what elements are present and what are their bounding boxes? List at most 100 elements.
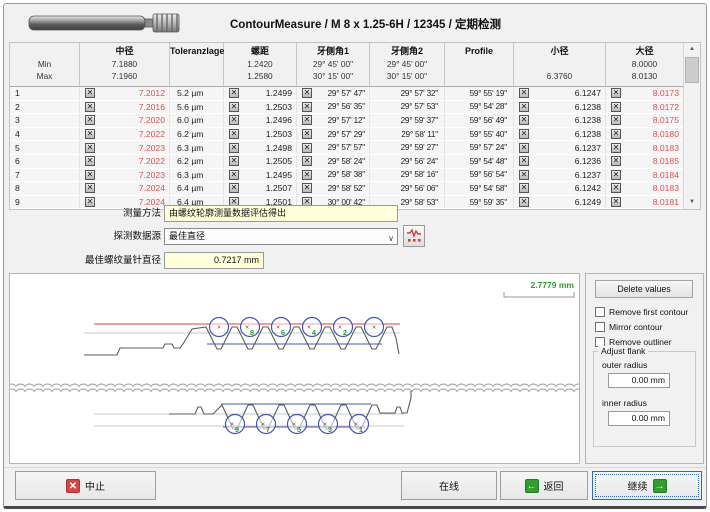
checkbox-marked-icon[interactable] <box>85 102 95 112</box>
contour-plot-panel[interactable]: 2.7779 mm ××8×6×4×2× ×9×7×5×3×1 <box>9 273 580 464</box>
remove-first-contour-label: Remove first contour <box>609 307 688 317</box>
outer-radius-field[interactable]: 0.00 mm <box>608 373 670 388</box>
wire-diameter-label: 最佳螺纹量针直径 <box>4 252 161 269</box>
checkbox-marked-icon[interactable] <box>302 129 312 139</box>
table-row[interactable]: 5 7.2023 6.3 µm 1.2498 29° 57' 57" 29° 5… <box>10 141 684 155</box>
table-column-header[interactable]: 大径8.00008.0130 <box>606 43 684 87</box>
table-row[interactable]: 3 7.2020 6.0 µm 1.2496 29° 57' 12" 29° 5… <box>10 114 684 128</box>
remove-first-contour-option[interactable]: Remove first contour <box>595 305 688 318</box>
checkbox-marked-icon[interactable] <box>302 143 312 153</box>
scroll-up-icon[interactable]: ▲ <box>684 43 700 56</box>
table-column-header[interactable]: Toleranzlage <box>170 43 224 87</box>
svg-text:×: × <box>217 325 221 332</box>
table-column-header[interactable]: 小径6.3760 <box>514 43 606 87</box>
checkbox-marked-icon[interactable] <box>519 197 529 207</box>
checkbox-marked-icon[interactable] <box>85 143 95 153</box>
table-body: 1 7.2012 5.2 µm 1.2499 29° 57' 47" 29° 5… <box>10 87 684 209</box>
method-field[interactable]: 由螺纹轮廓测量数据评估得出 <box>164 205 398 222</box>
checkbox-marked-icon[interactable] <box>611 129 621 139</box>
checkbox-marked-icon[interactable] <box>302 115 312 125</box>
checkbox-marked-icon[interactable] <box>611 115 621 125</box>
checkbox-marked-icon[interactable] <box>229 143 239 153</box>
mirror-contour-option[interactable]: Mirror contour <box>595 320 662 333</box>
checkbox-marked-icon[interactable] <box>85 170 95 180</box>
checkbox-marked-icon[interactable] <box>302 170 312 180</box>
page-title: ContourMeasure / M 8 x 1.25-6H / 12345 /… <box>230 16 501 32</box>
continue-button-label: 继续 <box>628 478 648 493</box>
checkbox-marked-icon[interactable] <box>85 88 95 98</box>
checkbox-marked-icon[interactable] <box>229 156 239 166</box>
checkbox-marked-icon[interactable] <box>229 129 239 139</box>
probe-source-button[interactable] <box>403 225 425 247</box>
source-select[interactable]: 最佳直径 ∨ <box>164 228 398 245</box>
continue-button[interactable]: 继续 → <box>592 471 702 500</box>
svg-text:6: 6 <box>281 328 285 337</box>
table-column-header[interactable]: Profile <box>445 43 514 87</box>
remove-outliner-label: Remove outliner <box>609 337 672 347</box>
scale-bracket <box>504 292 574 297</box>
checkbox-marked-icon[interactable] <box>519 156 529 166</box>
mirror-contour-label: Mirror contour <box>609 322 662 332</box>
checkbox-marked-icon[interactable] <box>85 115 95 125</box>
table-row[interactable]: 8 7.2024 6.4 µm 1.2507 29° 58' 52" 29° 5… <box>10 182 684 196</box>
table-row[interactable]: 6 7.2022 6.2 µm 1.2505 29° 58' 24" 29° 5… <box>10 155 684 169</box>
checkbox-marked-icon[interactable] <box>611 197 621 207</box>
remove-outliner-checkbox[interactable] <box>595 337 605 347</box>
checkbox-marked-icon[interactable] <box>302 183 312 193</box>
back-button[interactable]: ← 返回 <box>500 471 588 500</box>
checkbox-marked-icon[interactable] <box>611 88 621 98</box>
table-column-header[interactable]: MinMax <box>10 43 80 87</box>
checkbox-marked-icon[interactable] <box>302 102 312 112</box>
svg-text:9: 9 <box>235 425 239 434</box>
checkbox-marked-icon[interactable] <box>229 102 239 112</box>
table-scrollbar[interactable]: ▲ ▼ <box>683 43 700 209</box>
checkbox-marked-icon[interactable] <box>611 102 621 112</box>
checkbox-marked-icon[interactable] <box>302 156 312 166</box>
checkbox-marked-icon[interactable] <box>85 156 95 166</box>
checkbox-marked-icon[interactable] <box>519 143 529 153</box>
scale-label: 2.7779 mm <box>531 280 575 290</box>
svg-text:1: 1 <box>359 425 363 434</box>
checkbox-marked-icon[interactable] <box>229 115 239 125</box>
svg-text:8: 8 <box>250 328 254 337</box>
scroll-down-icon[interactable]: ▼ <box>684 196 700 209</box>
checkbox-marked-icon[interactable] <box>611 183 621 193</box>
wire-diameter-field[interactable]: 0.7217 mm <box>164 252 264 269</box>
table-row[interactable]: 1 7.2012 5.2 µm 1.2499 29° 57' 47" 29° 5… <box>10 87 684 101</box>
checkbox-marked-icon[interactable] <box>85 129 95 139</box>
source-select-value: 最佳直径 <box>169 231 205 241</box>
online-button[interactable]: 在线 <box>401 471 497 500</box>
table-column-header[interactable]: 牙侧角129° 45' 00"30° 15' 00" <box>297 43 370 87</box>
mirror-contour-checkbox[interactable] <box>595 322 605 332</box>
checkbox-marked-icon[interactable] <box>302 88 312 98</box>
checkbox-marked-icon[interactable] <box>519 115 529 125</box>
checkbox-marked-icon[interactable] <box>611 156 621 166</box>
adjust-flank-legend: Adjust flank <box>598 346 648 356</box>
table-row[interactable]: 4 7.2022 6.2 µm 1.2503 29° 57' 29" 29° 5… <box>10 128 684 142</box>
table-column-header[interactable]: 牙侧角229° 45' 00"30° 15' 00" <box>370 43 445 87</box>
checkbox-marked-icon[interactable] <box>519 183 529 193</box>
remove-first-contour-checkbox[interactable] <box>595 307 605 317</box>
table-row[interactable]: 7 7.2023 6.3 µm 1.2495 29° 58' 38" 29° 5… <box>10 169 684 183</box>
checkbox-marked-icon[interactable] <box>519 88 529 98</box>
table-row[interactable]: 2 7.2016 5.6 µm 1.2503 29° 56' 35" 29° 5… <box>10 101 684 115</box>
table-column-header[interactable]: 中径7.18807.1960 <box>80 43 170 87</box>
checkbox-marked-icon[interactable] <box>229 88 239 98</box>
abort-button[interactable]: ✕ 中止 <box>15 471 156 500</box>
screenshot-stage: ContourMeasure / M 8 x 1.25-6H / 12345 /… <box>0 0 710 512</box>
break-wave-band <box>10 384 579 392</box>
checkbox-marked-icon[interactable] <box>519 170 529 180</box>
checkbox-marked-icon[interactable] <box>229 183 239 193</box>
checkbox-marked-icon[interactable] <box>519 129 529 139</box>
delete-values-button[interactable]: Delete values <box>595 280 693 298</box>
scrollbar-thumb[interactable] <box>685 57 699 83</box>
inner-radius-field[interactable]: 0.00 mm <box>608 411 670 426</box>
checkbox-marked-icon[interactable] <box>229 170 239 180</box>
checkbox-marked-icon[interactable] <box>611 170 621 180</box>
continue-arrow-icon: → <box>653 479 667 493</box>
table-column-header[interactable]: 螺距1.24201.2580 <box>224 43 297 87</box>
checkbox-marked-icon[interactable] <box>85 183 95 193</box>
bottom-probe-circles: ×9×7×5×3×1 <box>226 415 369 435</box>
checkbox-marked-icon[interactable] <box>519 102 529 112</box>
checkbox-marked-icon[interactable] <box>611 143 621 153</box>
